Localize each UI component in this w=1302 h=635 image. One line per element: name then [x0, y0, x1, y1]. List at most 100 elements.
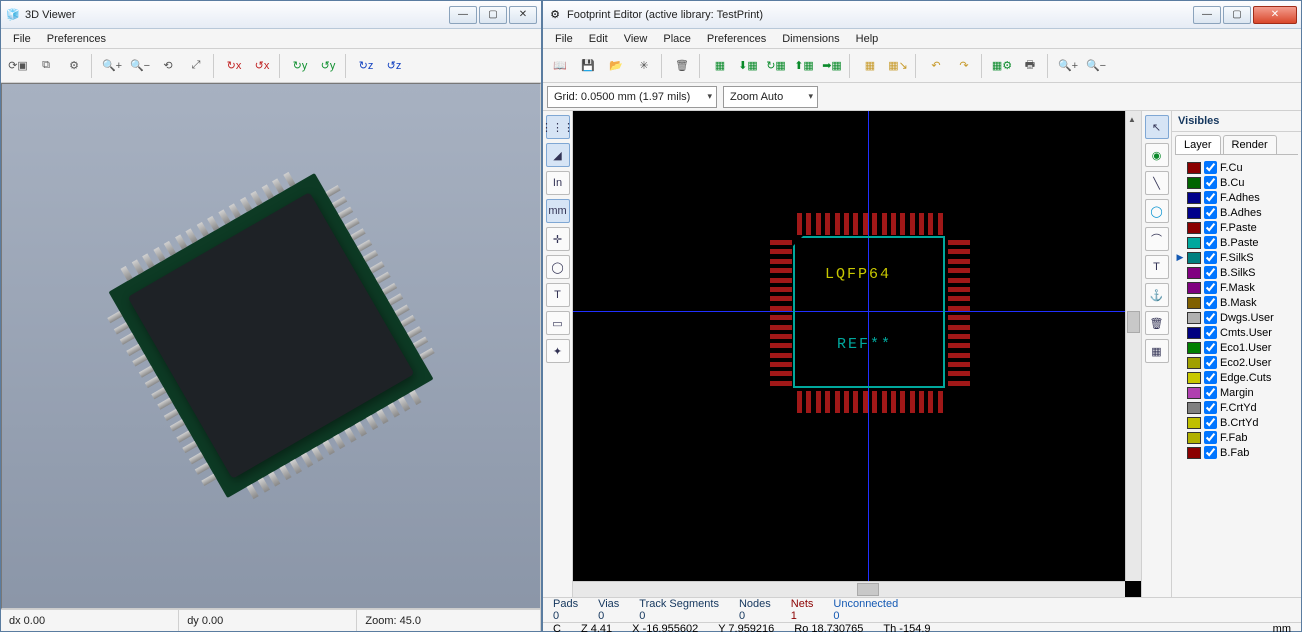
add-circle-icon[interactable]: ◯ [1145, 199, 1169, 223]
layer-row-Eco2.User[interactable]: Eco2.User [1176, 355, 1297, 370]
units-mm-icon[interactable]: mm [546, 199, 570, 223]
layer-swatch[interactable] [1187, 267, 1201, 279]
layer-row-B.Paste[interactable]: B.Paste [1176, 235, 1297, 250]
layer-swatch[interactable] [1187, 447, 1201, 459]
layer-row-F.CrtYd[interactable]: F.CrtYd [1176, 400, 1297, 415]
layer-swatch[interactable] [1187, 357, 1201, 369]
layer-row-Eco1.User[interactable]: Eco1.User [1176, 340, 1297, 355]
layer-row-B.Mask[interactable]: B.Mask [1176, 295, 1297, 310]
layer-row-F.Cu[interactable]: F.Cu [1176, 160, 1297, 175]
open-library-icon[interactable]: 📂 [603, 53, 629, 79]
layer-checkbox[interactable] [1204, 401, 1217, 414]
layer-checkbox[interactable] [1204, 341, 1217, 354]
cursor-shape-icon[interactable]: ✛ [546, 227, 570, 251]
settings-icon[interactable]: ⚙ [61, 53, 87, 79]
layer-swatch[interactable] [1187, 252, 1201, 264]
units-inches-icon[interactable]: In [546, 171, 570, 195]
text-outline-icon[interactable]: T [546, 283, 570, 307]
titlebar-fp[interactable]: ⚙ Footprint Editor (active library: Test… [543, 1, 1301, 29]
export-footprint-icon[interactable]: ➡▦ [819, 53, 845, 79]
layer-checkbox[interactable] [1204, 371, 1217, 384]
layer-row-B.SilkS[interactable]: B.SilkS [1176, 265, 1297, 280]
rotate-y-pos-icon[interactable]: ↺y [315, 53, 341, 79]
layer-checkbox[interactable] [1204, 416, 1217, 429]
layer-swatch[interactable] [1187, 177, 1201, 189]
close-button[interactable]: ✕ [1253, 6, 1297, 24]
layer-swatch[interactable] [1187, 402, 1201, 414]
3d-viewport[interactable] [1, 83, 541, 609]
grid-origin-icon[interactable]: ▦ [1145, 339, 1169, 363]
footprint-canvas[interactable]: LQFP64 REF** [573, 111, 1141, 597]
layer-swatch[interactable] [1187, 207, 1201, 219]
menu-edit[interactable]: Edit [581, 31, 616, 47]
grid-combo[interactable]: Grid: 0.0500 mm (1.97 mils) [547, 86, 717, 108]
layer-checkbox[interactable] [1204, 236, 1217, 249]
layer-row-F.Adhes[interactable]: F.Adhes [1176, 190, 1297, 205]
maximize-button[interactable]: ▢ [1223, 6, 1251, 24]
layer-row-B.Adhes[interactable]: B.Adhes [1176, 205, 1297, 220]
layer-swatch[interactable] [1187, 222, 1201, 234]
menu-file[interactable]: File [5, 31, 39, 47]
layer-swatch[interactable] [1187, 312, 1201, 324]
zoom-fit-icon[interactable]: ⤢ [183, 53, 209, 79]
anchor-icon[interactable]: ⚓ [1145, 283, 1169, 307]
print-icon[interactable]: 🖶 [1017, 53, 1043, 79]
layer-swatch[interactable] [1187, 387, 1201, 399]
save-library-icon[interactable]: 💾 [575, 53, 601, 79]
layer-checkbox[interactable] [1204, 191, 1217, 204]
rotate-z-neg-icon[interactable]: ↻z [353, 53, 379, 79]
layer-checkbox[interactable] [1204, 161, 1217, 174]
layer-row-B.Fab[interactable]: B.Fab [1176, 445, 1297, 460]
zoom-combo[interactable]: Zoom Auto [723, 86, 818, 108]
add-line-icon[interactable]: ╲ [1145, 171, 1169, 195]
minimize-button[interactable]: — [449, 6, 477, 24]
layer-swatch[interactable] [1187, 297, 1201, 309]
insert-footprint2-icon[interactable]: ▦↘ [885, 53, 911, 79]
rotate-x-neg-icon[interactable]: ↻x [221, 53, 247, 79]
redraw-icon[interactable]: ⟲ [155, 53, 181, 79]
menu-preferences[interactable]: Preferences [699, 31, 774, 47]
layer-checkbox[interactable] [1204, 176, 1217, 189]
load-footprint-icon[interactable]: ⬇▦ [735, 53, 761, 79]
show-edges-icon[interactable]: ▭ [546, 311, 570, 335]
pad-outline-icon[interactable]: ◯ [546, 255, 570, 279]
menu-help[interactable]: Help [848, 31, 887, 47]
update-footprint-icon[interactable]: ↻▦ [763, 53, 789, 79]
menu-view[interactable]: View [616, 31, 656, 47]
layer-swatch[interactable] [1187, 417, 1201, 429]
titlebar-3d[interactable]: 🧊 3D Viewer — ▢ ✕ [1, 1, 541, 29]
delete-part-icon[interactable]: 🗑 [669, 53, 695, 79]
reload-icon[interactable]: ⟳▣ [5, 53, 31, 79]
layer-checkbox[interactable] [1204, 266, 1217, 279]
contrast-icon[interactable]: ✦ [546, 339, 570, 363]
layer-row-B.CrtYd[interactable]: B.CrtYd [1176, 415, 1297, 430]
insert-footprint-icon[interactable]: ▦ [857, 53, 883, 79]
import-footprint-icon[interactable]: ⬆▦ [791, 53, 817, 79]
rotate-x-pos-icon[interactable]: ↺x [249, 53, 275, 79]
select-tool-icon[interactable]: ↖ [1145, 115, 1169, 139]
layer-checkbox[interactable] [1204, 311, 1217, 324]
layer-swatch[interactable] [1187, 432, 1201, 444]
zoom-in-icon[interactable]: 🔍+ [99, 53, 125, 79]
menu-dimensions[interactable]: Dimensions [774, 31, 847, 47]
footprint-value-text[interactable]: LQFP64 [825, 266, 891, 283]
maximize-button[interactable]: ▢ [479, 6, 507, 24]
footprint-ref-text[interactable]: REF** [837, 336, 892, 353]
layer-row-Edge.Cuts[interactable]: Edge.Cuts [1176, 370, 1297, 385]
footprint-wizard-icon[interactable]: ▦ [707, 53, 733, 79]
layer-checkbox[interactable] [1204, 281, 1217, 294]
layer-checkbox[interactable] [1204, 326, 1217, 339]
redo-icon[interactable]: ↷ [951, 53, 977, 79]
layer-row-Cmts.User[interactable]: Cmts.User [1176, 325, 1297, 340]
menu-place[interactable]: Place [655, 31, 699, 47]
layer-row-F.Paste[interactable]: F.Paste [1176, 220, 1297, 235]
grid-icon[interactable]: ⋮⋮⋮ [546, 115, 570, 139]
layer-row-F.Fab[interactable]: F.Fab [1176, 430, 1297, 445]
layer-checkbox[interactable] [1204, 431, 1217, 444]
new-part-icon[interactable]: ✳ [631, 53, 657, 79]
layer-row-B.Cu[interactable]: B.Cu [1176, 175, 1297, 190]
layer-checkbox[interactable] [1204, 206, 1217, 219]
layer-checkbox[interactable] [1204, 386, 1217, 399]
layer-swatch[interactable] [1187, 237, 1201, 249]
layer-row-F.Mask[interactable]: F.Mask [1176, 280, 1297, 295]
